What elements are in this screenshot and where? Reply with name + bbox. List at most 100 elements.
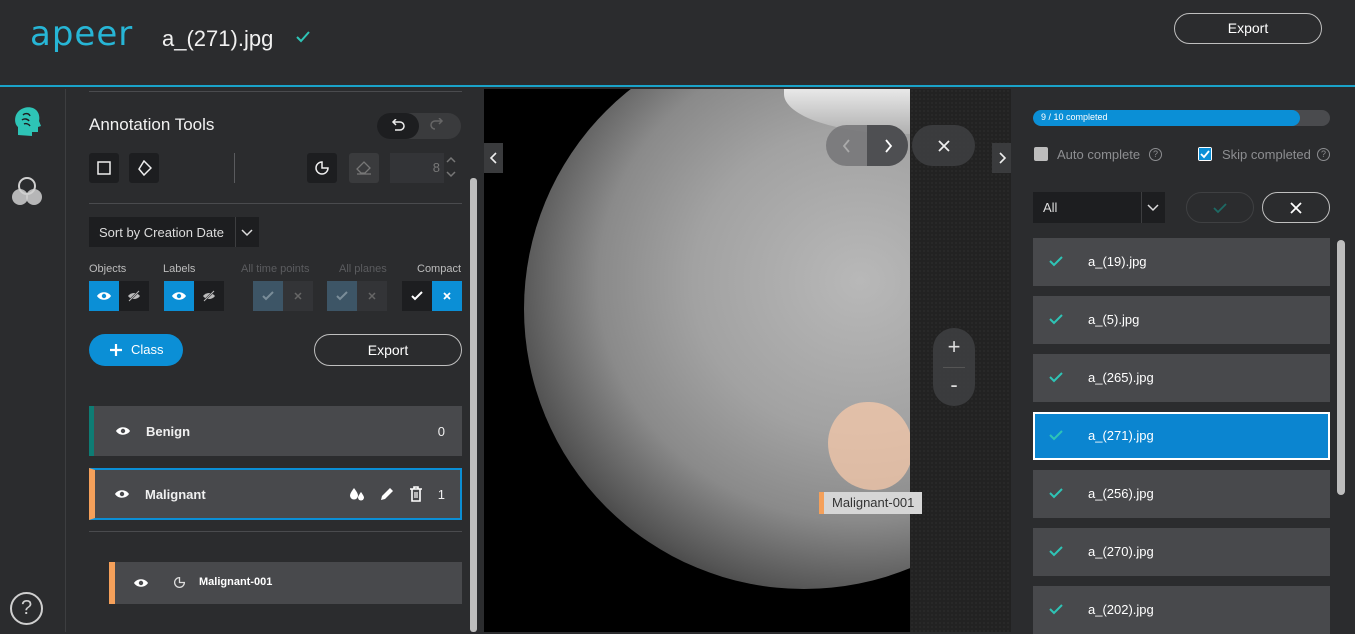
x-icon — [283, 281, 313, 311]
close-icon — [1290, 201, 1302, 214]
file-item[interactable]: a_(19).jpg — [1033, 238, 1330, 286]
help-icon[interactable]: ? — [10, 592, 43, 625]
object-name: Malignant-001 — [199, 576, 273, 588]
help-icon[interactable]: ? — [1317, 148, 1330, 161]
previous-image-button[interactable] — [826, 125, 867, 166]
auto-complete-checkbox[interactable] — [1034, 147, 1048, 161]
stepper-up-icon[interactable] — [445, 155, 457, 165]
eraser-icon — [356, 161, 371, 175]
rectangle-icon — [97, 161, 111, 175]
export-classes-button[interactable]: Export — [314, 334, 462, 366]
check-icon — [1213, 202, 1227, 213]
file-item[interactable]: a_(271).jpg — [1033, 412, 1330, 460]
redo-icon — [430, 117, 444, 130]
collapse-right-panel-button[interactable] — [992, 143, 1011, 173]
eye-icon[interactable] — [89, 281, 119, 311]
close-viewer-button[interactable] — [912, 125, 975, 166]
brain-icon[interactable] — [12, 105, 42, 139]
file-list-panel: 9 / 10 completed Auto complete ? Skip co… — [1011, 89, 1355, 634]
image-viewer[interactable]: Malignant-001 + - — [484, 89, 1011, 632]
undo-button[interactable] — [377, 113, 419, 139]
x-icon — [357, 281, 387, 311]
brush-icon — [315, 161, 329, 175]
compact-toggle-label: Compact — [417, 263, 462, 275]
chevron-down-icon — [241, 229, 253, 237]
brush-icon — [174, 576, 186, 588]
file-item[interactable]: a_(5).jpg — [1033, 296, 1330, 344]
eye-icon[interactable] — [133, 577, 149, 589]
panel-title: Annotation Tools — [89, 115, 215, 134]
file-name: a_(270).jpg — [1088, 544, 1154, 559]
chevron-right-icon — [998, 152, 1006, 164]
edit-icon[interactable] — [379, 486, 395, 502]
check-icon[interactable] — [402, 281, 432, 311]
rectangle-tool-button[interactable] — [89, 153, 119, 183]
brush-size-input[interactable]: 8 — [390, 153, 444, 183]
delete-icon[interactable] — [409, 486, 423, 502]
file-title: a_(271).jpg — [162, 26, 274, 51]
redo-button[interactable] — [429, 117, 445, 137]
time-points-toggle — [253, 281, 313, 311]
left-nav: ? — [0, 89, 66, 632]
eye-off-icon[interactable] — [119, 281, 149, 311]
labels-toggle-label: Labels — [163, 263, 196, 275]
skip-completed-checkbox[interactable] — [1198, 147, 1212, 161]
filter-value: All — [1043, 200, 1058, 215]
eye-off-icon[interactable] — [194, 281, 224, 311]
class-name: Benign — [146, 423, 191, 439]
class-row-benign[interactable]: Benign 0 — [89, 406, 462, 456]
filter-dropdown[interactable]: All — [1033, 192, 1165, 223]
divider — [943, 367, 965, 368]
close-icon — [937, 139, 950, 152]
skip-completed-label: Skip completed — [1222, 147, 1311, 162]
file-item[interactable]: a_(265).jpg — [1033, 354, 1330, 402]
file-item[interactable]: a_(202).jpg — [1033, 586, 1330, 634]
object-row-malignant-001[interactable]: Malignant-001 — [109, 562, 462, 604]
completed-check-icon — [1049, 314, 1063, 325]
add-class-button[interactable]: Class — [89, 334, 183, 366]
chevron-right-icon — [884, 138, 892, 153]
objects-visibility-toggle[interactable] — [89, 281, 149, 311]
divider — [89, 91, 462, 92]
color-channels-icon[interactable] — [9, 174, 45, 210]
divider — [1141, 192, 1142, 223]
file-name: a_(5).jpg — [1088, 312, 1140, 327]
zoom-in-button[interactable]: + — [933, 332, 975, 362]
chevron-down-icon — [1147, 204, 1159, 212]
help-icon[interactable]: ? — [1149, 148, 1162, 161]
eye-icon[interactable] — [164, 281, 194, 311]
completed-check-icon — [1049, 430, 1063, 441]
completed-check-icon — [1049, 372, 1063, 383]
next-image-button[interactable] — [867, 125, 908, 166]
panel-scrollbar-thumb[interactable] — [470, 178, 477, 632]
planes-toggle — [327, 281, 387, 311]
file-list-scrollbar[interactable] — [1337, 240, 1345, 495]
time-points-toggle-label: All time points — [241, 263, 310, 275]
file-name: a_(256).jpg — [1088, 486, 1154, 501]
mark-complete-button[interactable] — [1186, 192, 1254, 223]
x-icon[interactable] — [432, 281, 462, 311]
file-item[interactable]: a_(270).jpg — [1033, 528, 1330, 576]
sort-dropdown[interactable]: Sort by Creation Date — [89, 217, 259, 247]
app-logo: apeer — [30, 14, 134, 54]
compact-toggle[interactable] — [402, 281, 462, 311]
labels-visibility-toggle[interactable] — [164, 281, 224, 311]
add-class-label: Class — [131, 342, 164, 357]
brush-tool-button[interactable] — [307, 153, 337, 183]
class-count: 0 — [437, 423, 445, 439]
class-row-malignant[interactable]: Malignant 1 — [89, 468, 462, 520]
polygon-tool-button[interactable] — [129, 153, 159, 183]
eye-icon[interactable] — [114, 488, 130, 500]
eraser-tool-button[interactable] — [349, 153, 379, 183]
collapse-left-panel-button[interactable] — [484, 143, 503, 173]
export-button[interactable]: Export — [1174, 13, 1322, 44]
fill-color-icon[interactable] — [349, 487, 365, 501]
mark-incomplete-button[interactable] — [1262, 192, 1330, 223]
file-item[interactable]: a_(256).jpg — [1033, 470, 1330, 518]
eye-icon[interactable] — [115, 425, 131, 437]
completed-check-icon — [296, 31, 310, 43]
plus-icon — [110, 344, 122, 356]
zoom-out-button[interactable]: - — [933, 370, 975, 400]
divider — [235, 217, 236, 247]
stepper-down-icon[interactable] — [445, 169, 457, 179]
